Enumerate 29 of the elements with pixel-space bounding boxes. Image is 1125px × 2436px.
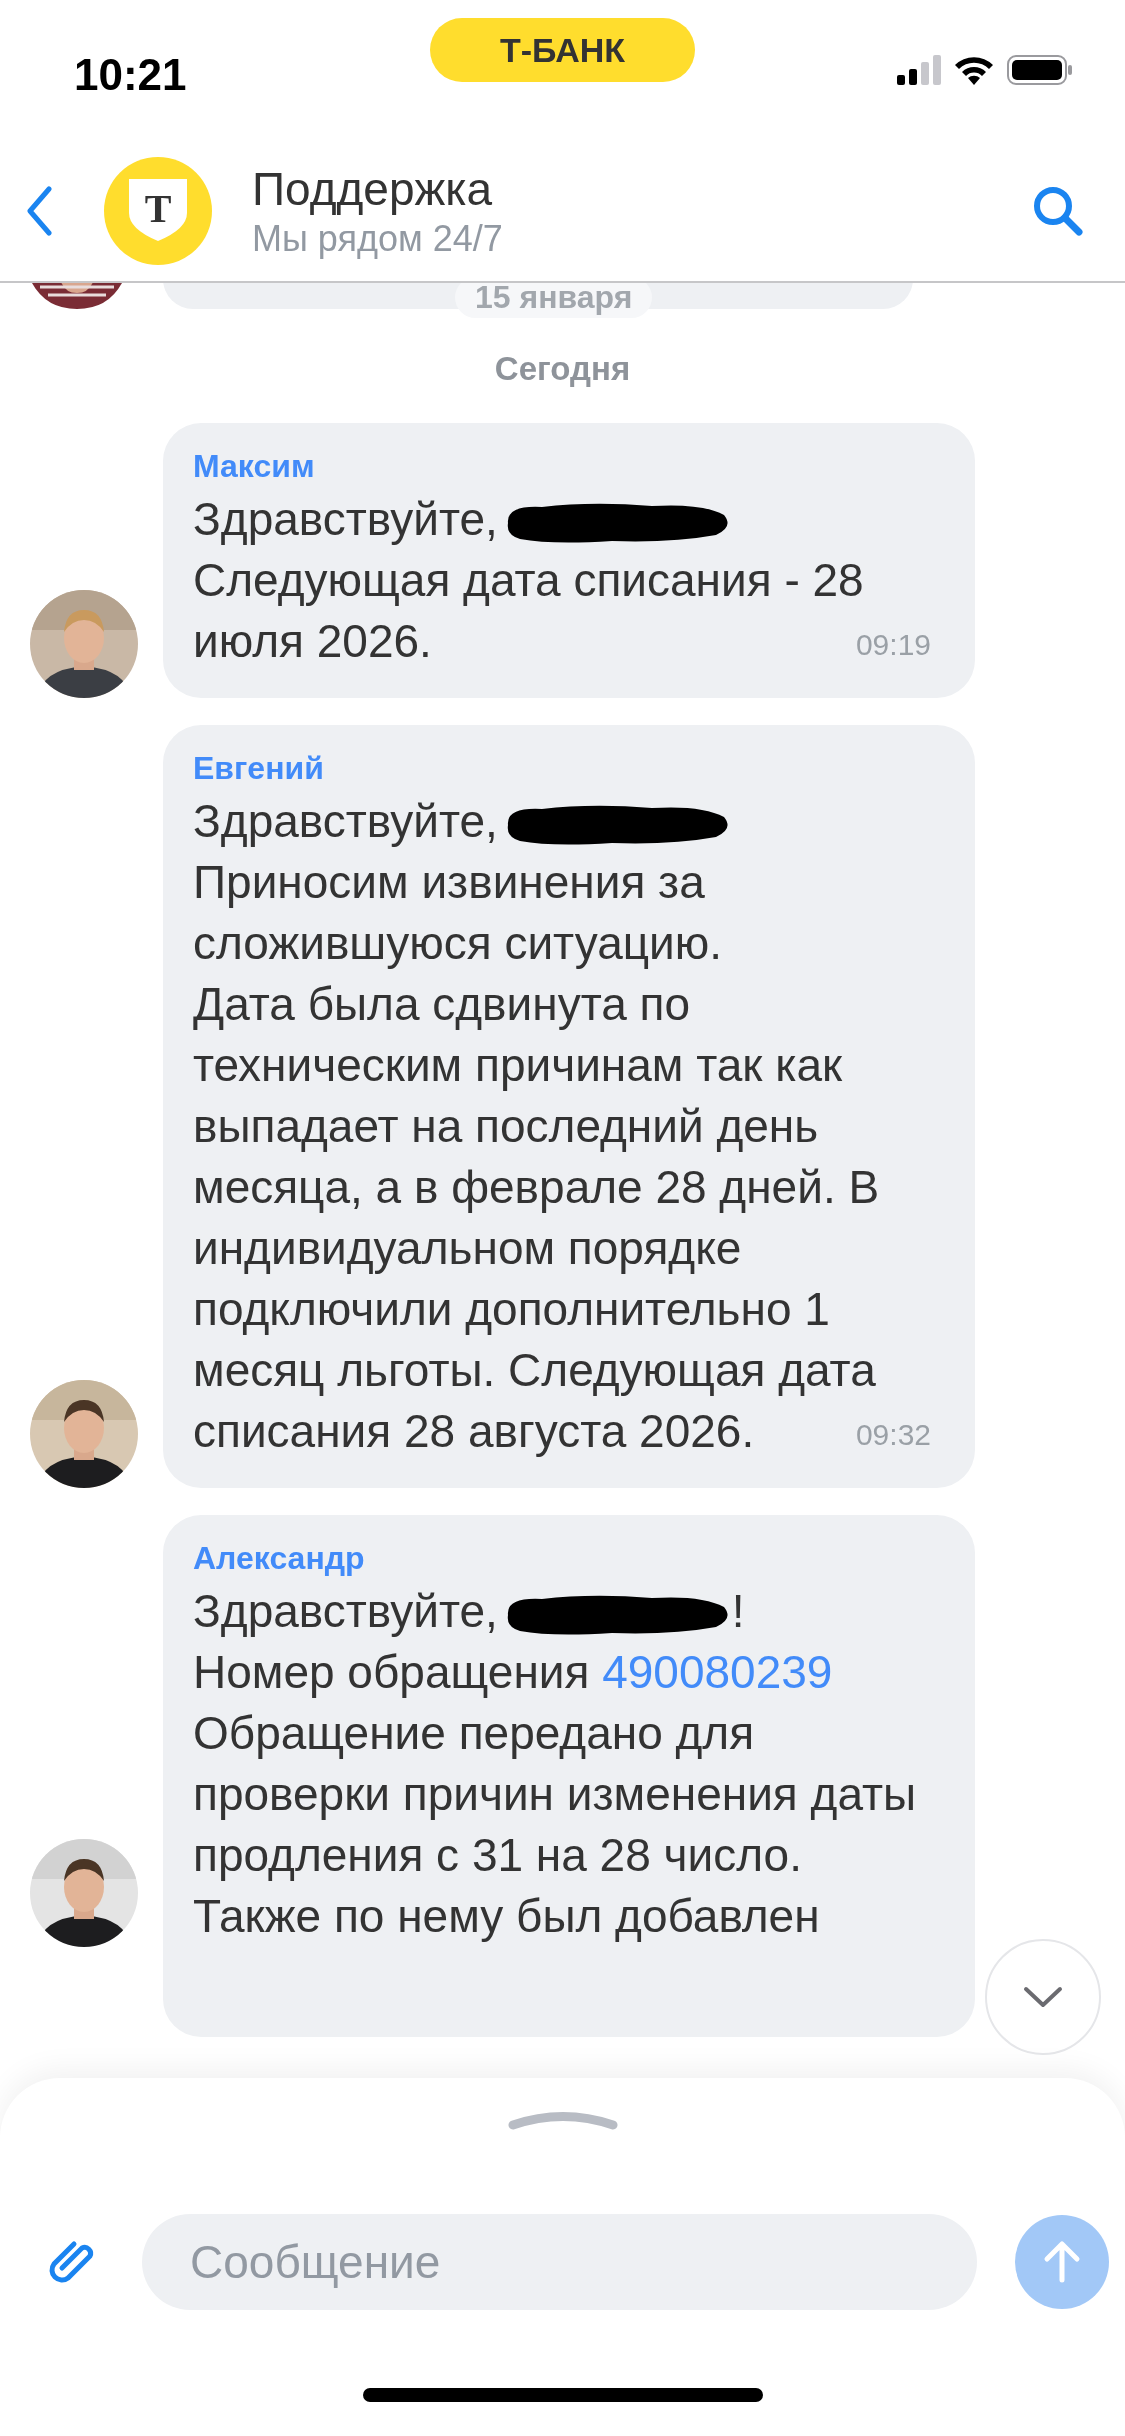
message-text: Номер обращения 490080239 (193, 1645, 834, 1700)
message-text: Также по нему был добавлен (193, 1889, 821, 1944)
message-text: Здравствуйте, ! (193, 1584, 746, 1639)
message-author: Максим (193, 447, 316, 486)
wifi-icon (953, 55, 995, 85)
brand-pill: Т-БАНК (430, 18, 695, 82)
date-chip: 15 января (455, 283, 653, 318)
message-text: Обращение передано для проверки причин изменения даты продления с 31 на 28 число. (193, 1706, 918, 1883)
message-text: Здравствуйте, (193, 489, 931, 550)
chat-title: Поддержка (252, 161, 493, 217)
chat-subtitle: Мы рядом 24/7 (252, 216, 504, 261)
message-text: Здравствуйте, (193, 791, 931, 852)
message-text: Приносим извинения за сложившуюся ситуацию. (193, 855, 724, 971)
arrow-up-icon (1042, 2240, 1082, 2284)
message-author: Евгений (193, 749, 325, 788)
back-icon[interactable] (26, 185, 52, 236)
message-time: 09:32 (855, 1417, 931, 1453)
message-author: Александр (193, 1539, 366, 1578)
status-time: 10:21 (74, 50, 187, 100)
message-field[interactable]: Сообщение (142, 2214, 977, 2310)
bank-logo: Т (104, 156, 212, 265)
day-separator: Сегодня (493, 350, 632, 388)
ticket-link[interactable]: 490080239 (602, 1646, 833, 1698)
chevron-down-icon (1023, 1986, 1063, 2008)
message-time: 09:19 (855, 627, 931, 663)
message-text: Дата была сдвинута по техническим причинам так как выпадает на последний день месяца, а в феврале 28 дней. В индивидуальном порядке подключили дополнительно 1 месяц льготы. Следующая дата списания 28 августа 2026. 09:32 (193, 977, 931, 1459)
message-text: Следующая дата списания - 28 июля 2026. 09:19 (193, 553, 931, 669)
battery-icon (1007, 55, 1073, 85)
signal-icon (897, 55, 941, 85)
